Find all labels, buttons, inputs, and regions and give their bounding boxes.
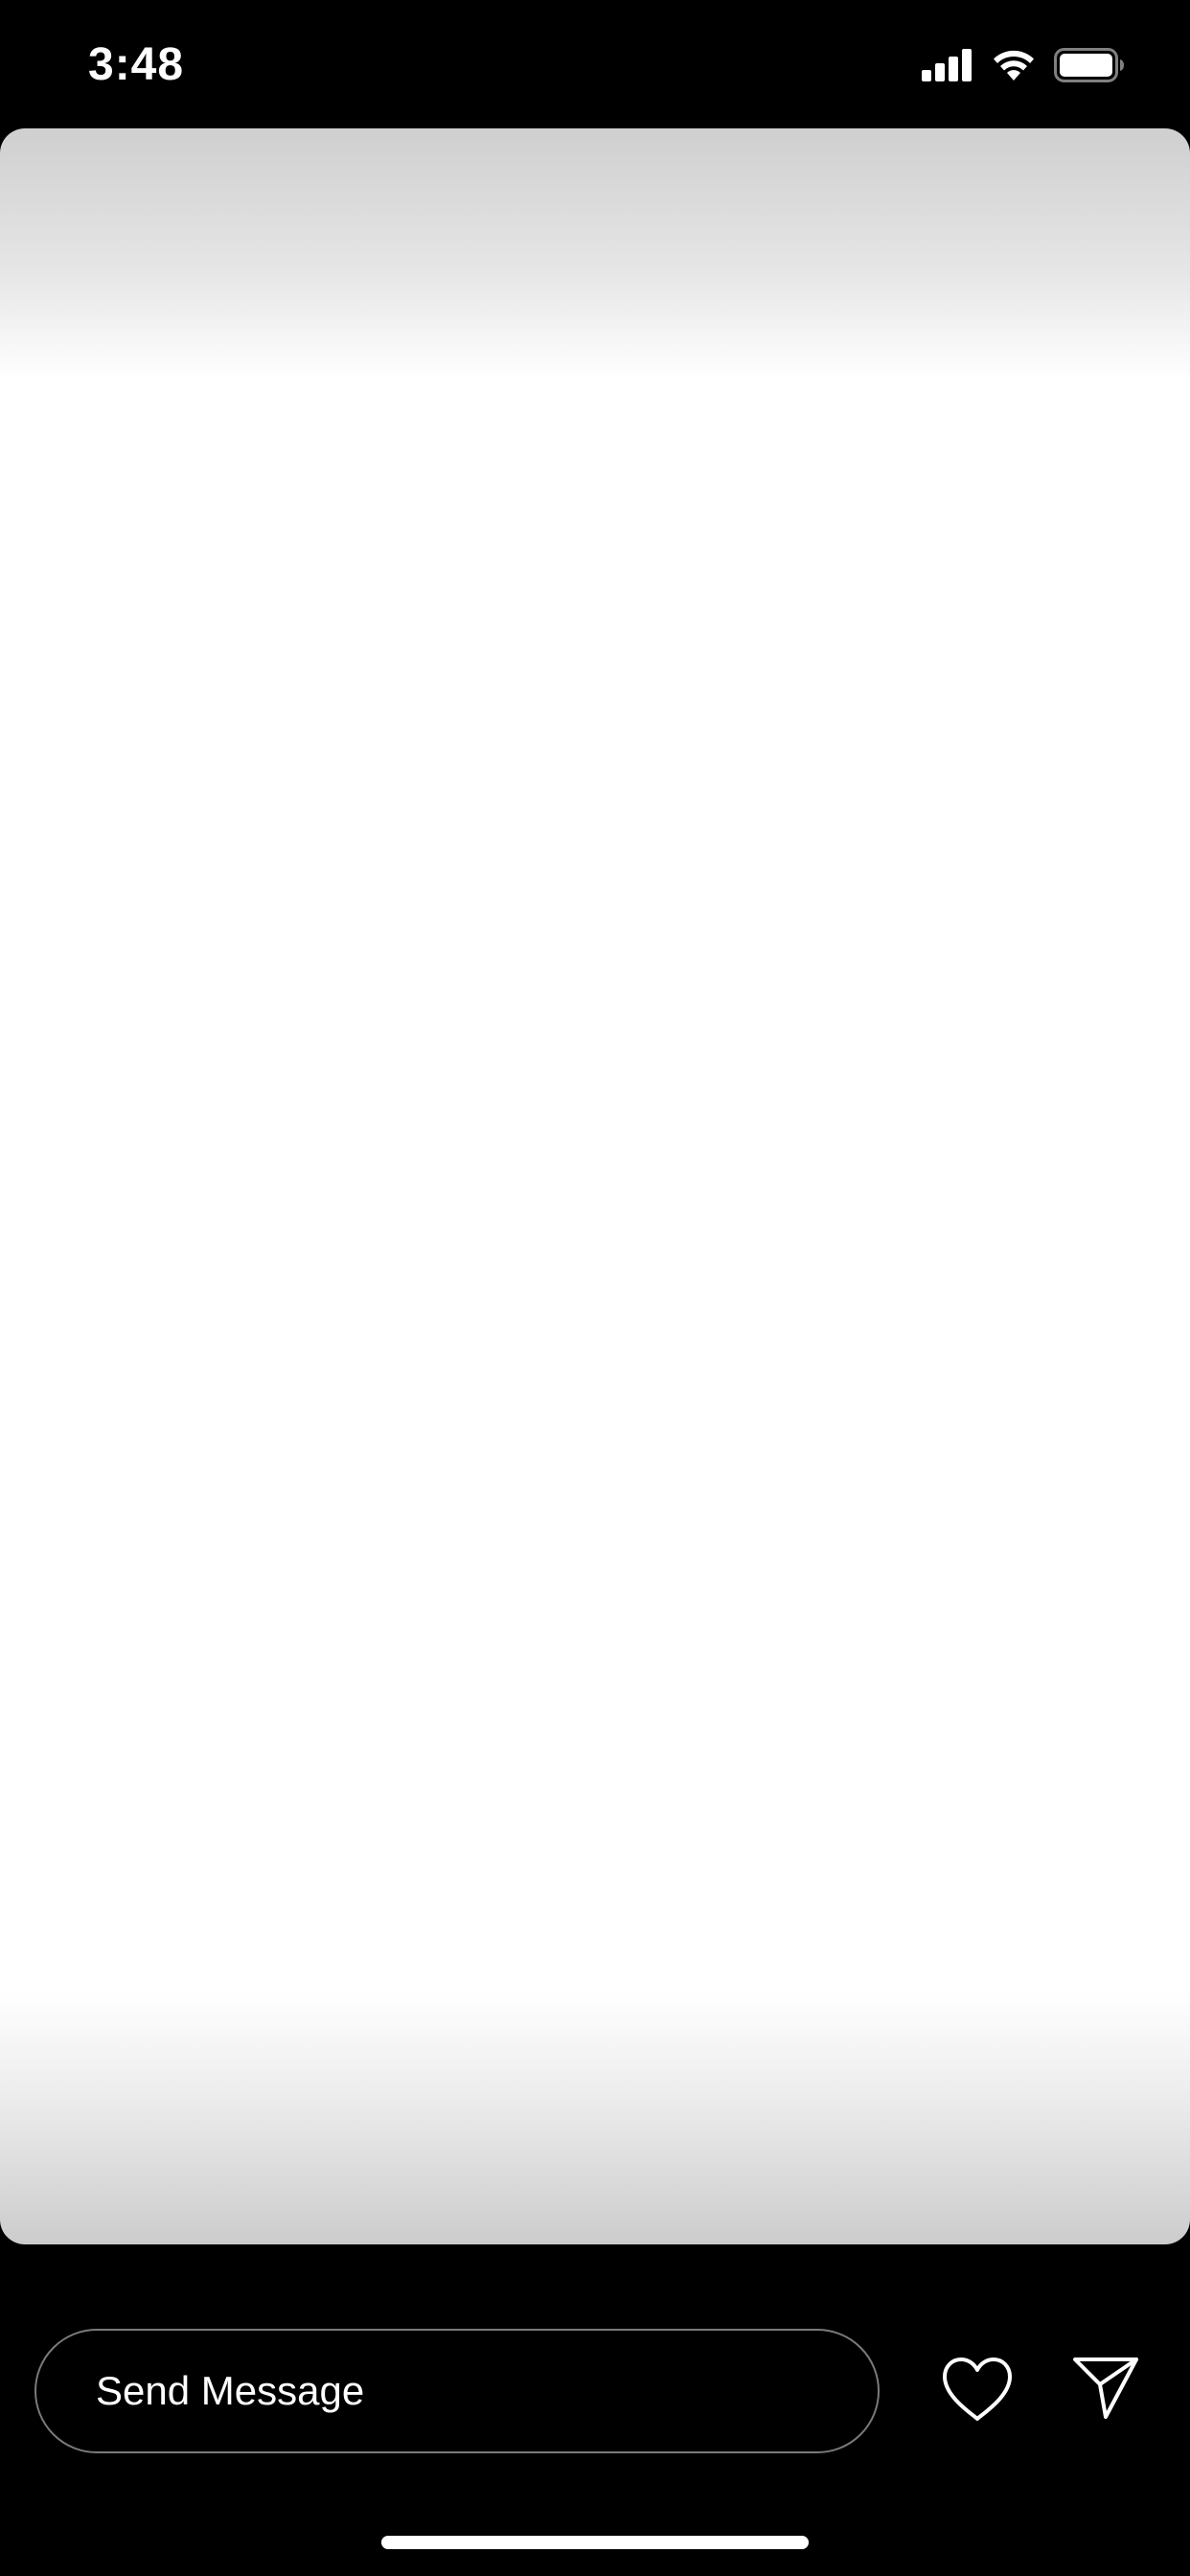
like-button[interactable]	[941, 2356, 1014, 2425]
heart-icon	[941, 2358, 1014, 2428]
story-content[interactable]	[0, 128, 1190, 2244]
home-indicator	[381, 2536, 809, 2549]
send-message-placeholder: Send Message	[96, 2368, 365, 2413]
send-message-input[interactable]: Send Message	[34, 2329, 880, 2453]
share-button[interactable]	[1071, 2354, 1140, 2423]
status-icons	[922, 46, 1125, 84]
send-icon	[1071, 2358, 1140, 2426]
status-bar: 3:48	[0, 0, 1190, 128]
reply-bar: Send Message	[0, 2329, 1190, 2455]
battery-icon	[1054, 48, 1125, 82]
wifi-icon	[991, 48, 1037, 82]
story-viewer-screen: 3:48 Send Message	[0, 0, 1190, 2576]
cellular-signal-icon	[922, 49, 973, 81]
status-time: 3:48	[88, 39, 185, 90]
